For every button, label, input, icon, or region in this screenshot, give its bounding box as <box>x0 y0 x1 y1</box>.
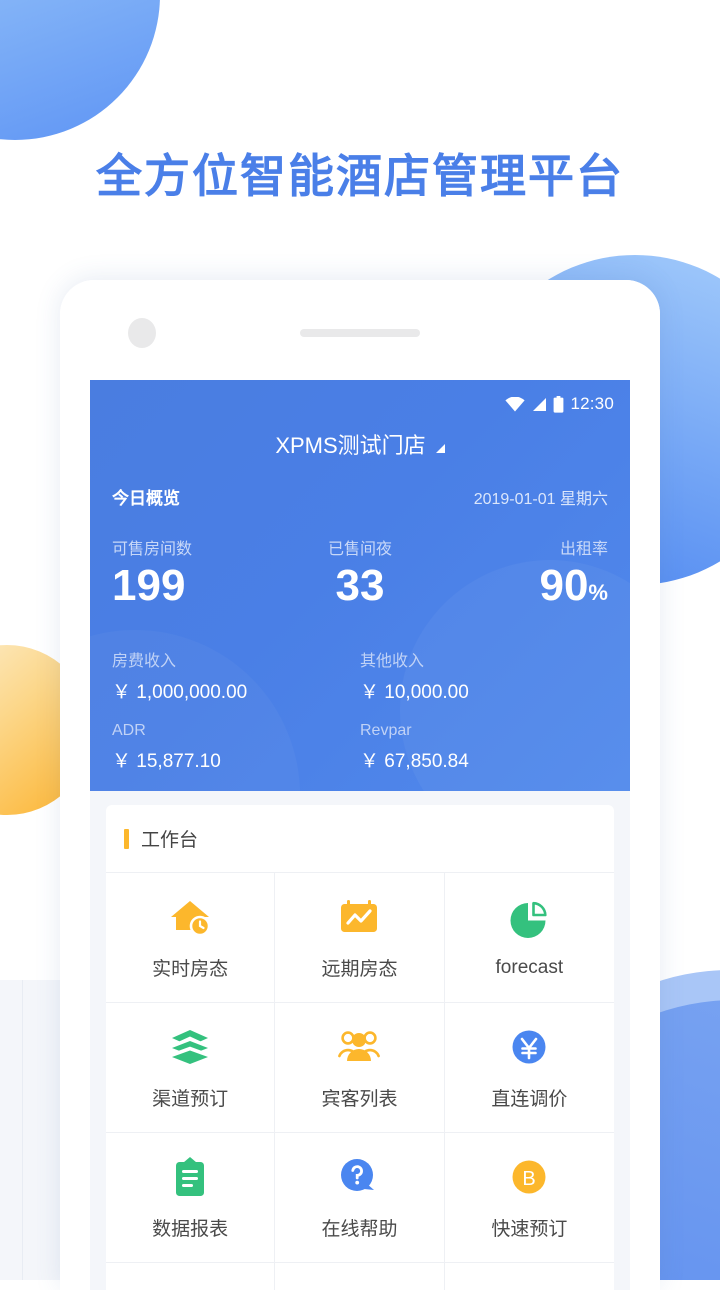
app-header: 12:30 XPMS测试门店 今日概览 2019-01-01 星期六 可售房间数 <box>90 380 630 792</box>
stat-label: 可售房间数 <box>112 541 193 558</box>
revenue-row: 房费收入 ￥ 1,000,000.00 ADR ￥ 15,877.10 其他收入… <box>90 609 630 773</box>
phone-mockup: 12:30 XPMS测试门店 今日概览 2019-01-01 星期六 可售房间数 <box>60 280 660 1290</box>
workbench-item-realtime-rooms[interactable]: 实时房态 <box>106 873 276 1004</box>
workbench-item-quick-booking[interactable]: B 快速预订 <box>444 1133 614 1264</box>
workbench-item-partial[interactable] <box>445 1263 614 1290</box>
overview-label: 今日概览 <box>112 489 180 508</box>
workbench-item-forecast[interactable]: forecast <box>444 873 614 1004</box>
workbench-item-guest-list[interactable]: 宾客列表 <box>275 1003 445 1134</box>
workbench-title: 工作台 <box>141 830 199 852</box>
yuan-circle-icon <box>506 1024 552 1070</box>
workbench-item-label: 实时房态 <box>152 959 229 981</box>
house-clock-icon <box>167 894 213 940</box>
decor-strip-left-line <box>22 980 23 1280</box>
store-name: XPMS测试门店 <box>275 433 426 458</box>
clipboard-icon <box>167 1154 213 1200</box>
status-bar-time: 12:30 <box>570 394 614 413</box>
workbench-item-label: 直连调价 <box>491 1089 568 1111</box>
stat-label: 已售间夜 <box>327 541 392 558</box>
phone-speaker-grille <box>300 329 420 337</box>
other-revenue-value: ￥ 10,000.00 <box>360 682 469 704</box>
phone-bezel <box>60 280 660 380</box>
workbench-item-online-help[interactable]: 在线帮助 <box>275 1133 445 1264</box>
workbench-item-label: 宾客列表 <box>321 1089 398 1111</box>
stat-value: 90% <box>443 561 608 610</box>
page-headline: 全方位智能酒店管理平台 <box>96 150 624 202</box>
people-icon <box>336 1024 382 1070</box>
stat-number: 90 <box>539 561 589 610</box>
adr-value: ￥ 15,877.10 <box>112 751 221 773</box>
other-revenue-label: 其他收入 <box>360 653 425 671</box>
workbench-item-label: forecast <box>495 956 564 978</box>
workbench-item-future-rooms[interactable]: 远期房态 <box>275 873 445 1004</box>
stat-occupancy-rate: 出租率 90% <box>443 535 608 609</box>
phone-camera-icon <box>128 318 156 348</box>
workbench-item-partial[interactable] <box>106 1263 276 1290</box>
revpar-value: ￥ 67,850.84 <box>360 751 469 773</box>
store-selector[interactable]: XPMS测试门店 <box>90 414 630 460</box>
accent-bar-icon <box>124 828 129 849</box>
layers-icon <box>167 1024 213 1070</box>
stat-available-rooms: 可售房间数 199 <box>112 535 277 609</box>
revenue-column-left: 房费收入 ￥ 1,000,000.00 ADR ￥ 15,877.10 <box>112 647 360 773</box>
revpar-label: Revpar <box>360 722 412 740</box>
stat-number: 199 <box>112 561 186 610</box>
overview-row: 今日概览 2019-01-01 星期六 <box>90 460 630 509</box>
pie-chart-icon <box>506 897 552 943</box>
room-revenue-label: 房费收入 <box>112 653 177 671</box>
workbench-item-data-reports[interactable]: 数据报表 <box>106 1133 276 1264</box>
workbench-item-direct-pricing[interactable]: 直连调价 <box>444 1003 614 1134</box>
overview-date: 2019-01-01 星期六 <box>473 491 608 508</box>
decor-circle-top-left <box>0 0 160 140</box>
stat-value: 199 <box>112 561 277 610</box>
stat-label: 出租率 <box>559 541 608 558</box>
workbench-header: 工作台 <box>106 805 614 874</box>
workbench-item-channel-booking[interactable]: 渠道预订 <box>106 1003 276 1134</box>
wifi-icon <box>505 396 526 411</box>
b-circle-icon: B <box>506 1154 552 1200</box>
battery-icon <box>554 395 564 413</box>
stat-suffix: % <box>588 580 608 605</box>
question-bubble-icon <box>336 1154 382 1200</box>
status-bar: 12:30 <box>90 380 630 414</box>
svg-text:B: B <box>523 1168 536 1190</box>
workbench-item-label: 远期房态 <box>321 959 398 981</box>
stat-value: 33 <box>277 561 442 610</box>
stats-row: 可售房间数 199 已售间夜 33 出租率 90% <box>90 509 630 609</box>
room-revenue-value: ￥ 1,000,000.00 <box>112 682 248 704</box>
workbench-grid: 实时房态 远期房态 forecast 渠道预订 宾客列表 直连调价 数据报表 在… <box>106 873 614 1290</box>
decor-strip-left <box>0 980 60 1280</box>
revenue-column-right: 其他收入 ￥ 10,000.00 Revpar ￥ 67,850.84 <box>360 647 608 773</box>
workbench-item-label: 渠道预订 <box>152 1089 229 1111</box>
stat-number: 33 <box>335 561 385 610</box>
stat-sold-nights: 已售间夜 33 <box>277 535 442 609</box>
workbench-item-partial[interactable] <box>275 1263 445 1290</box>
triangle-down-icon <box>435 444 445 453</box>
workbench-card: 工作台 实时房态 远期房态 forecast 渠道预订 宾客列表 直连调价 数据… <box>106 805 614 1290</box>
workbench-item-label: 快速预订 <box>491 1219 568 1241</box>
signal-icon <box>533 397 547 411</box>
calendar-chart-icon <box>336 894 382 940</box>
adr-label: ADR <box>112 722 146 740</box>
workbench-item-label: 数据报表 <box>152 1219 229 1241</box>
workbench-item-label: 在线帮助 <box>321 1219 398 1241</box>
phone-screen: 12:30 XPMS测试门店 今日概览 2019-01-01 星期六 可售房间数 <box>90 380 630 1290</box>
